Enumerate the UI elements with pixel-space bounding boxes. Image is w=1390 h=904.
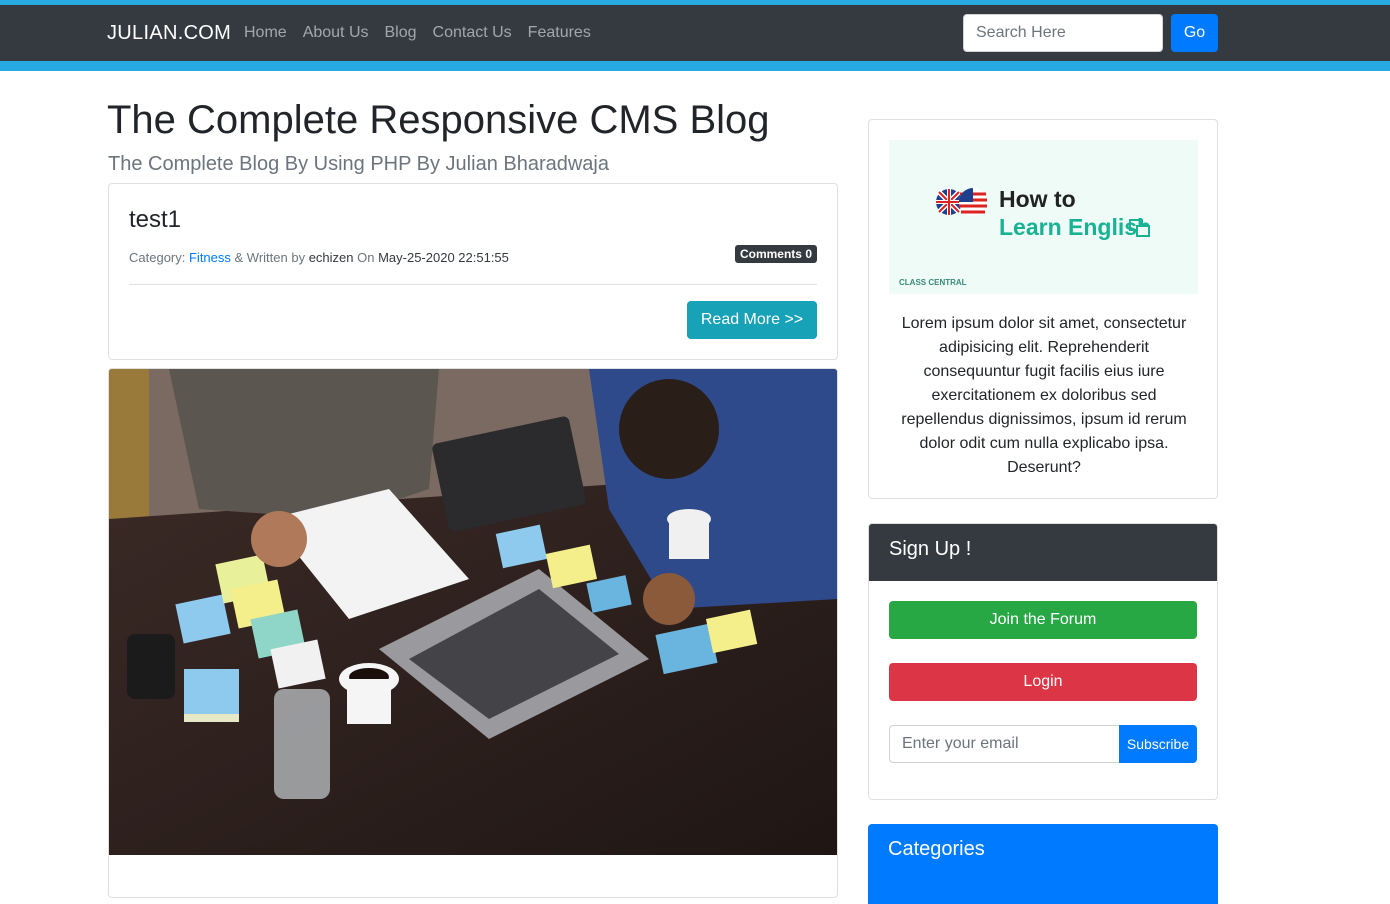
ad-card: How to Learn English CLASS CENTRAL Lorem… bbox=[868, 119, 1218, 499]
post-title[interactable]: test1 bbox=[129, 206, 181, 234]
login-button[interactable]: Login bbox=[889, 663, 1197, 701]
join-forum-button[interactable]: Join the Forum bbox=[889, 601, 1197, 639]
post-image bbox=[109, 369, 837, 855]
navbar: JULIAN.COM Home About Us Blog Contact Us… bbox=[0, 0, 1390, 71]
page-subtitle: The Complete Blog By Using PHP By Julian… bbox=[108, 153, 609, 175]
category-label: Category: bbox=[129, 250, 189, 265]
nav-home[interactable]: Home bbox=[244, 24, 287, 42]
post-card: test1 Category: Fitness & Written by ech… bbox=[108, 183, 838, 360]
categories-card: Categories bbox=[868, 824, 1218, 904]
signup-card: Sign Up ! Join the Forum Login Subscribe bbox=[868, 523, 1218, 800]
nav-blog[interactable]: Blog bbox=[385, 24, 417, 42]
email-field[interactable] bbox=[889, 725, 1120, 763]
comments-label: Comments bbox=[739, 247, 802, 261]
comments-count: 0 bbox=[805, 247, 812, 261]
category-link[interactable]: Fitness bbox=[189, 250, 231, 265]
brand-logo[interactable]: JULIAN.COM bbox=[107, 22, 231, 45]
signup-title: Sign Up ! bbox=[869, 524, 1217, 581]
post-meta: Category: Fitness & Written by echizen O… bbox=[129, 250, 509, 265]
ad-headline-1: How to bbox=[999, 186, 1076, 212]
post-divider bbox=[129, 284, 817, 285]
subscribe-button[interactable]: Subscribe bbox=[1119, 725, 1197, 763]
sidebar-text: Lorem ipsum dolor sit amet, consectetur … bbox=[901, 315, 1187, 476]
nav-contact-us[interactable]: Contact Us bbox=[433, 24, 512, 42]
comments-badge: Comments 0 bbox=[734, 245, 817, 263]
on-label: On bbox=[353, 250, 379, 265]
flags-icon bbox=[936, 188, 987, 216]
page-title: The Complete Responsive CMS Blog bbox=[107, 98, 770, 142]
post-date: May-25-2020 22:51:55 bbox=[378, 250, 509, 265]
read-more-button[interactable]: Read More >> bbox=[687, 301, 817, 339]
ad-footer: CLASS CENTRAL bbox=[899, 278, 967, 287]
nav-links: Home About Us Blog Contact Us Features bbox=[244, 24, 591, 42]
categories-title: Categories bbox=[888, 838, 985, 860]
author-name: echizen bbox=[308, 250, 354, 265]
written-by-label: & Written by bbox=[230, 250, 309, 265]
nav-about-us[interactable]: About Us bbox=[303, 24, 369, 42]
ad-banner[interactable]: How to Learn English CLASS CENTRAL bbox=[889, 140, 1198, 294]
chat-icon bbox=[1129, 219, 1150, 237]
search-go-button[interactable]: Go bbox=[1171, 14, 1218, 52]
search-input[interactable] bbox=[963, 14, 1163, 52]
post-card bbox=[108, 368, 838, 898]
nav-features[interactable]: Features bbox=[528, 24, 591, 42]
